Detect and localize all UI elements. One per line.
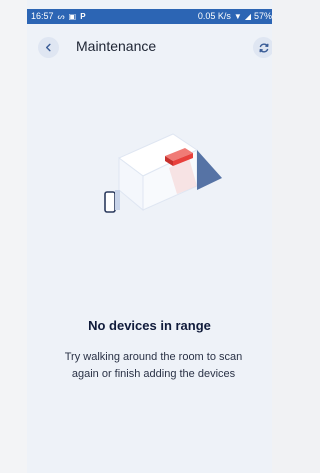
phone-icon [104,190,120,213]
empty-state-title: No devices in range [88,318,211,333]
rescan-button[interactable] [253,37,272,58]
room-opening-shape [197,150,222,190]
status-bar-left: 16:57 ᔕ ▣ P [31,9,86,24]
back-button[interactable] [38,37,59,58]
room-scan-illustration [104,133,222,213]
p-app-icon: P [80,12,86,21]
network-speed: 0.05 K/s [197,11,231,21]
app-screen: 16:57 ᔕ ▣ P 0.05 K/s ▼ ◢ 57% Maintenance [27,0,272,473]
empty-state-description: Try walking around the room to scan agai… [64,351,243,380]
status-time: 16:57 [31,11,54,21]
top-app-bar: Maintenance [27,24,272,70]
page-title: Maintenance [76,38,157,54]
left-margin [0,0,27,473]
battery-level: 57% [253,11,272,21]
message-icon: ▣ [68,12,77,21]
chevron-left-icon [45,43,51,52]
notification-icon: ᔕ [57,12,65,21]
status-bar-right: 0.05 K/s ▼ ◢ 57% [198,9,272,24]
wifi-icon: ▼ [233,12,242,21]
signal-icon: ◢ [244,12,251,21]
refresh-icon [259,42,268,53]
status-bar: 16:57 ᔕ ▣ P 0.05 K/s ▼ ◢ 57% [27,9,272,24]
